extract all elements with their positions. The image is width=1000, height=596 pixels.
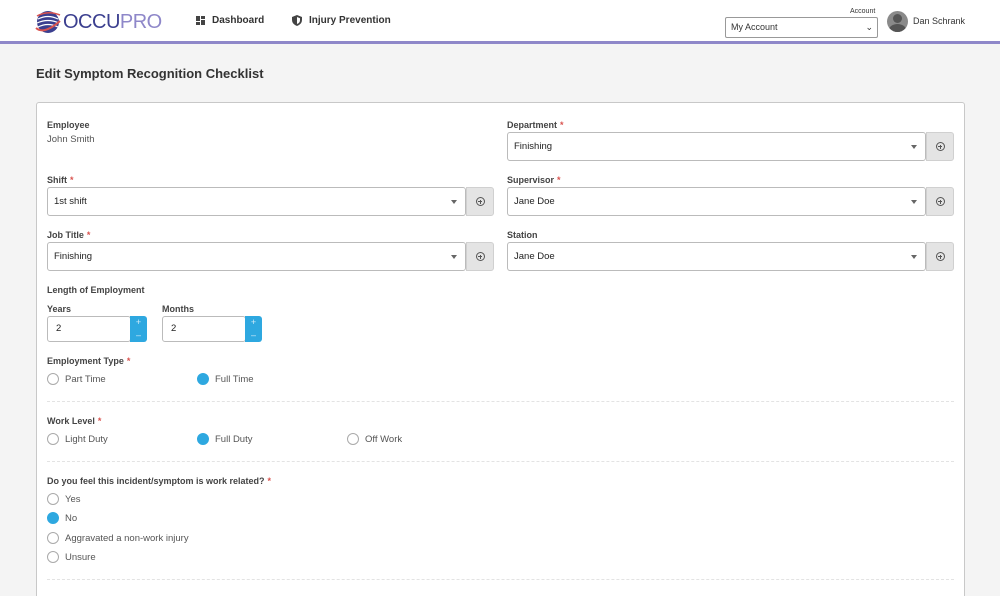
radio-circle-icon: [197, 433, 209, 445]
department-select[interactable]: Finishing: [507, 132, 926, 161]
stepper-down-icon[interactable]: –: [245, 329, 262, 342]
months-label: Months: [162, 304, 194, 314]
months-stepper[interactable]: + –: [245, 316, 262, 342]
employee-value: John Smith: [47, 134, 95, 145]
radio-circle-icon: [47, 433, 59, 445]
years-input[interactable]: 2: [47, 316, 131, 342]
radio-aggravated-non-work-injury[interactable]: Aggravated a non-work injury: [47, 532, 189, 544]
radio-no[interactable]: No: [47, 512, 77, 524]
length-of-employment-label: Length of Employment: [47, 285, 145, 295]
radio-part-time[interactable]: Part Time: [47, 373, 106, 385]
years-label: Years: [47, 304, 72, 314]
supervisor-select-value: Jane Doe: [514, 196, 555, 207]
stepper-down-icon[interactable]: –: [130, 329, 147, 342]
work-level-label: Work Level *: [47, 416, 102, 426]
work-related-label: Do you feel this incident/symptom is wor…: [47, 476, 272, 486]
add-supervisor-button[interactable]: [926, 187, 954, 216]
globe-logo-icon: [35, 11, 61, 33]
station-label: Station: [507, 230, 538, 240]
station-select[interactable]: Jane Doe: [507, 242, 926, 271]
add-circle-icon: [935, 197, 945, 206]
divider: [47, 579, 954, 580]
caret-down-icon: [911, 145, 917, 149]
radio-unsure[interactable]: Unsure: [47, 551, 96, 563]
radio-full-duty[interactable]: Full Duty: [197, 433, 252, 445]
top-navigation-bar: OCCUPRO Dashboard Injury Prevention Acco…: [0, 0, 1000, 44]
radio-light-duty[interactable]: Light Duty: [47, 433, 108, 445]
add-job-title-button[interactable]: [466, 242, 494, 271]
nav-injury-prevention-label: Injury Prevention: [309, 15, 391, 26]
occupro-logo[interactable]: OCCUPRO: [34, 8, 162, 36]
job-title-select-value: Finishing: [54, 251, 93, 262]
department-select-value: Finishing: [514, 141, 553, 152]
radio-circle-icon: [347, 433, 359, 445]
dashboard-grid-icon: [196, 16, 205, 25]
radio-off-work[interactable]: Off Work: [347, 433, 402, 445]
caret-down-icon: [451, 200, 457, 204]
radio-yes[interactable]: Yes: [47, 493, 81, 505]
job-title-label: Job Title *: [47, 230, 91, 240]
radio-circle-icon: [47, 512, 59, 524]
add-circle-icon: [475, 197, 485, 206]
years-stepper[interactable]: + –: [130, 316, 147, 342]
user-name[interactable]: Dan Schrank: [913, 16, 965, 26]
add-station-button[interactable]: [926, 242, 954, 271]
nav-dashboard-label: Dashboard: [212, 15, 265, 26]
nav-injury-prevention[interactable]: Injury Prevention: [292, 15, 391, 26]
add-circle-icon: [475, 252, 485, 261]
add-circle-icon: [935, 252, 945, 261]
employee-label: Employee: [47, 120, 90, 130]
add-shift-button[interactable]: [466, 187, 494, 216]
nav-dashboard[interactable]: Dashboard: [196, 15, 264, 26]
avatar[interactable]: [887, 11, 908, 32]
radio-circle-icon: [47, 493, 59, 505]
shield-icon: [292, 15, 302, 26]
radio-full-time[interactable]: Full Time: [197, 373, 254, 385]
months-input[interactable]: 2: [162, 316, 246, 342]
logo-wordmark: OCCUPRO: [63, 10, 162, 33]
shift-label: Shift *: [47, 175, 74, 185]
radio-circle-icon: [47, 551, 59, 563]
page-title: Edit Symptom Recognition Checklist: [36, 66, 264, 81]
station-select-value: Jane Doe: [514, 251, 555, 262]
divider: [47, 461, 954, 462]
account-label: Account: [850, 8, 876, 15]
supervisor-select[interactable]: Jane Doe: [507, 187, 926, 216]
radio-circle-icon: [47, 373, 59, 385]
shift-select-value: 1st shift: [54, 196, 87, 207]
job-title-select[interactable]: Finishing: [47, 242, 466, 271]
caret-down-icon: [451, 255, 457, 259]
department-label: Department *: [507, 120, 564, 130]
shift-select[interactable]: 1st shift: [47, 187, 466, 216]
radio-circle-icon: [47, 532, 59, 544]
employment-type-label: Employment Type *: [47, 356, 131, 366]
stepper-up-icon[interactable]: +: [245, 316, 262, 329]
add-department-button[interactable]: [926, 132, 954, 161]
chevron-down-icon: ⌄: [865, 22, 873, 32]
add-circle-icon: [935, 142, 945, 151]
caret-down-icon: [911, 200, 917, 204]
radio-circle-icon: [197, 373, 209, 385]
divider: [47, 401, 954, 402]
supervisor-label: Supervisor *: [507, 175, 561, 185]
caret-down-icon: [911, 255, 917, 259]
stepper-up-icon[interactable]: +: [130, 316, 147, 329]
checklist-form-card: Employee John Smith Department * Finishin…: [36, 102, 965, 596]
account-select-value: My Account: [731, 22, 778, 32]
account-select[interactable]: My Account ⌄: [725, 17, 878, 38]
